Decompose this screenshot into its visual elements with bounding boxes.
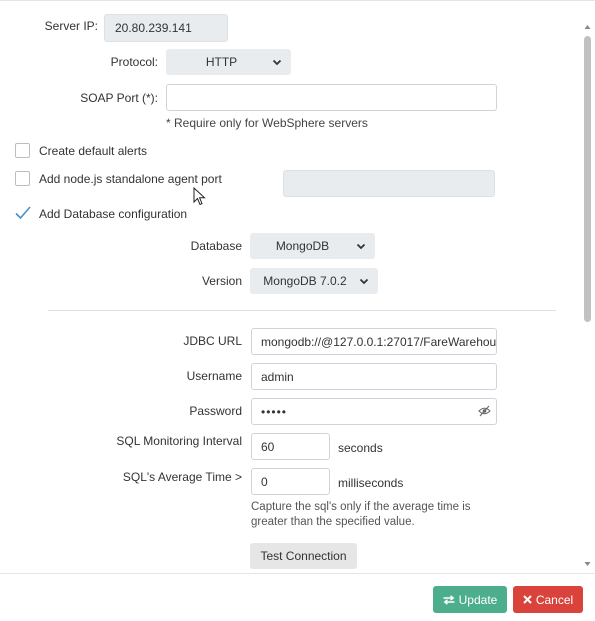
version-label: Version <box>201 274 242 288</box>
scrollbar[interactable] <box>583 0 592 572</box>
server-ip-label: Server IP: <box>44 19 98 33</box>
database-label: Database <box>190 239 242 253</box>
jdbc-url-label: JDBC URL <box>183 334 242 348</box>
scrollbar-thumb[interactable] <box>584 36 591 322</box>
eye-slash-icon[interactable] <box>478 405 491 417</box>
database-select[interactable]: MongoDB <box>250 233 375 259</box>
nodejs-port-input[interactable] <box>283 170 495 197</box>
password-input[interactable]: ••••• <box>251 398 497 425</box>
test-connection-button[interactable]: Test Connection <box>250 543 357 569</box>
chevron-down-icon <box>359 278 369 285</box>
soap-port-input[interactable] <box>166 84 497 111</box>
soap-port-note: * Require only for WebSphere servers <box>166 116 368 130</box>
section-divider <box>48 310 556 311</box>
protocol-value: HTTP <box>205 55 238 69</box>
password-label: Password <box>189 404 242 418</box>
protocol-select[interactable]: HTTP <box>166 49 291 75</box>
jdbc-url-input[interactable]: mongodb://@127.0.0.1:27017/FareWarehouse <box>251 328 497 355</box>
create-alerts-checkbox[interactable] <box>15 143 30 158</box>
version-select[interactable]: MongoDB 7.0.2 <box>250 268 378 294</box>
nodejs-port-checkbox[interactable] <box>15 171 30 186</box>
sql-avg-time-label: SQL's Average Time > <box>122 470 242 484</box>
sql-avg-time-input[interactable]: 0 <box>251 468 330 495</box>
database-value: MongoDB <box>275 239 330 253</box>
nodejs-port-label: Add node.js standalone agent port <box>39 172 222 186</box>
sql-interval-input[interactable]: 60 <box>251 433 330 460</box>
sql-interval-label: SQL Monitoring Interval <box>116 434 242 448</box>
update-button[interactable]: Update <box>433 586 507 613</box>
chevron-down-icon <box>272 59 282 66</box>
capture-note-line2: greater than the specified value. <box>251 516 415 528</box>
close-icon <box>523 595 532 604</box>
mouse-cursor-icon <box>193 187 206 206</box>
server-ip-field[interactable]: 20.80.239.141 <box>104 14 228 42</box>
scroll-down-arrow-icon[interactable] <box>584 561 591 567</box>
username-label: Username <box>186 369 242 383</box>
chevron-down-icon <box>356 243 366 250</box>
update-button-label: Update <box>458 592 498 607</box>
version-value: MongoDB 7.0.2 <box>263 274 347 288</box>
cancel-button[interactable]: Cancel <box>513 586 583 613</box>
username-input[interactable]: admin <box>251 363 497 390</box>
soap-port-label: SOAP Port (*): <box>80 91 158 105</box>
sql-avg-time-unit: milliseconds <box>338 476 404 490</box>
footer-divider <box>0 573 595 574</box>
cancel-button-label: Cancel <box>535 592 574 607</box>
capture-note-line1: Capture the sql's only if the average ti… <box>251 501 471 513</box>
db-config-label: Add Database configuration <box>39 207 188 221</box>
db-config-checkbox[interactable] <box>14 204 32 222</box>
create-alerts-label: Create default alerts <box>39 144 148 158</box>
password-mask: ••••• <box>261 404 288 419</box>
sql-interval-unit: seconds <box>338 441 383 455</box>
dialog-top-edge <box>0 0 595 1</box>
swap-arrows-icon <box>443 594 455 605</box>
scroll-up-arrow-icon[interactable] <box>584 24 591 30</box>
protocol-label: Protocol: <box>110 55 158 69</box>
